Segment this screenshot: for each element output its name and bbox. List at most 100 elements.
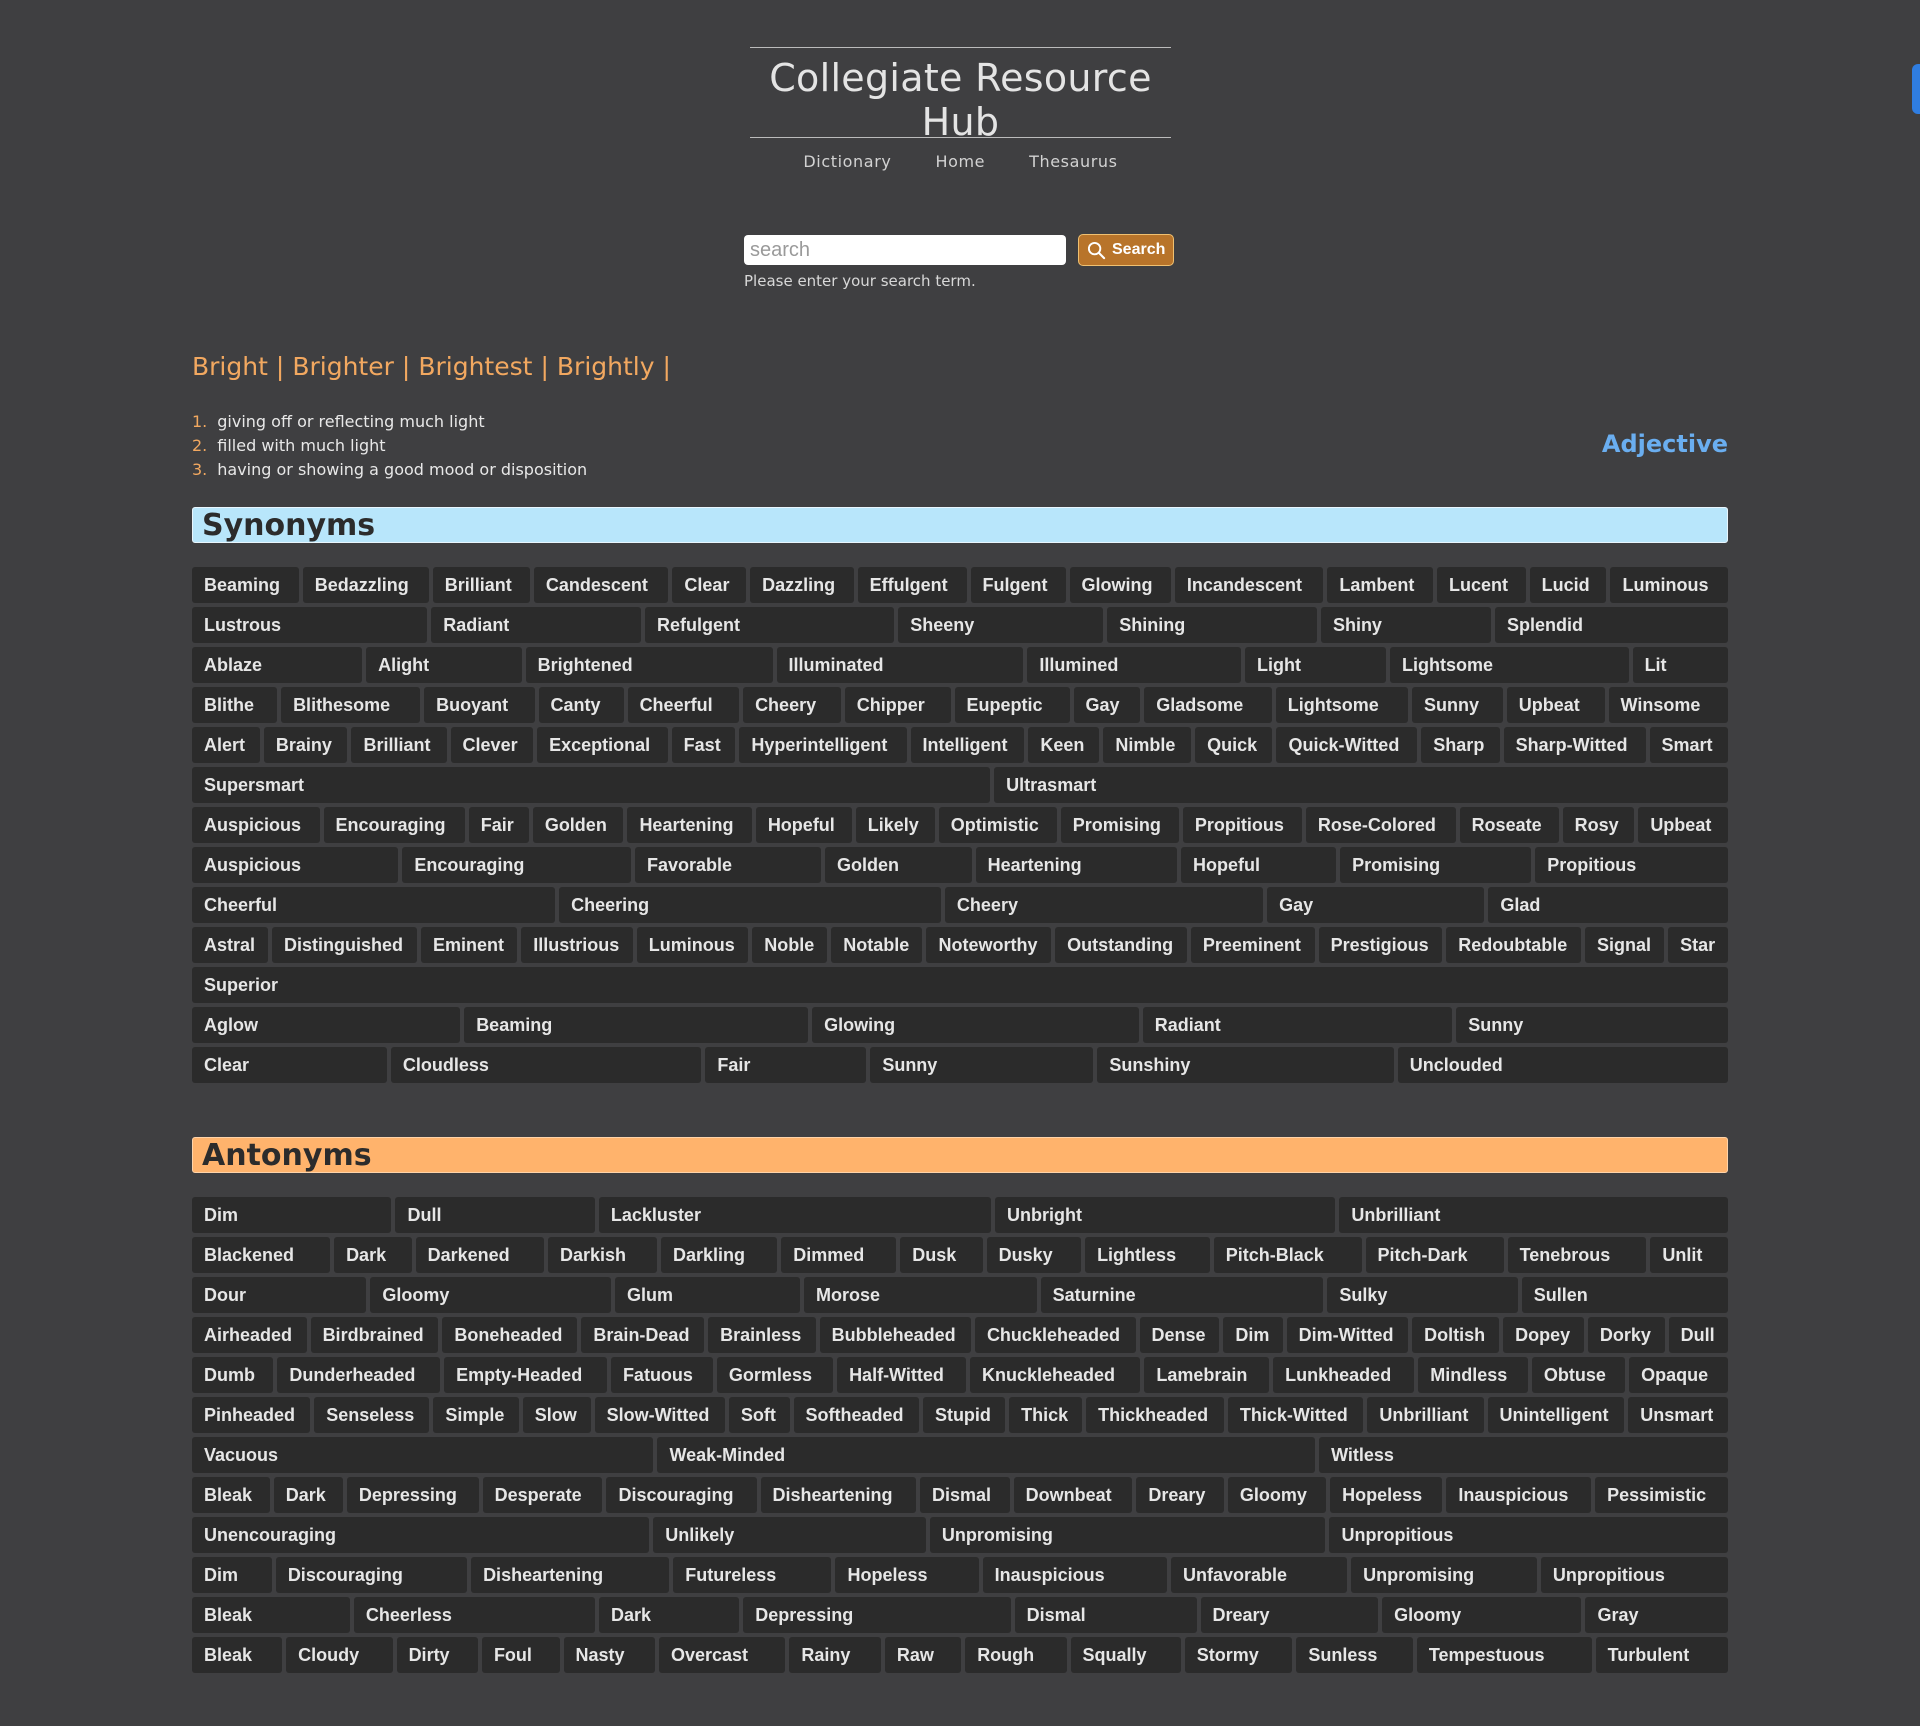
antonym-tag[interactable]: Dusk [900,1237,983,1273]
synonym-tag[interactable]: Eminent [420,927,518,963]
antonym-tag[interactable]: Bleak [192,1477,270,1513]
synonym-tag[interactable]: Lightsome [1390,647,1629,683]
antonym-tag[interactable]: Dark [273,1477,343,1513]
antonym-tag[interactable]: Unfavorable [1171,1557,1348,1593]
antonym-tag[interactable]: Unsmart [1628,1397,1728,1433]
synonym-tag[interactable]: Cheery [743,687,841,723]
synonym-tag[interactable]: Smart [1649,727,1728,763]
antonym-tag[interactable]: Blackened [192,1237,331,1273]
antonym-tag[interactable]: Dreary [1136,1477,1224,1513]
antonym-tag[interactable]: Discouraging [606,1477,757,1513]
synonym-tag[interactable]: Keen [1028,727,1100,763]
antonym-tag[interactable]: Dreary [1200,1597,1379,1633]
antonym-tag[interactable]: Lackluster [598,1197,992,1233]
antonym-tag[interactable]: Lamebrain [1144,1357,1270,1393]
synonym-tag[interactable]: Unclouded [1397,1047,1728,1083]
synonym-tag[interactable]: Lightsome [1275,687,1408,723]
synonym-tag[interactable]: Brilliant [432,567,530,603]
antonym-tag[interactable]: Cheerless [353,1597,595,1633]
antonym-tag[interactable]: Dim [1223,1317,1283,1353]
synonym-tag[interactable]: Redoubtable [1446,927,1582,963]
synonym-tag[interactable]: Star [1668,927,1728,963]
synonym-tag[interactable]: Upbeat [1638,807,1728,843]
synonym-tag[interactable]: Fast [671,727,736,763]
synonym-tag[interactable]: Lambent [1327,567,1434,603]
synonym-tag[interactable]: Brightened [525,647,773,683]
synonym-tag[interactable]: Lit [1632,647,1728,683]
synonym-tag[interactable]: Aglow [192,1007,461,1043]
synonym-tag[interactable]: Quick [1195,727,1273,763]
synonym-tag[interactable]: Glowing [812,1007,1139,1043]
synonym-tag[interactable]: Effulgent [857,567,967,603]
word-form-brightly[interactable]: Brightly [557,352,655,381]
synonym-tag[interactable]: Incandescent [1174,567,1324,603]
synonym-tag[interactable]: Radiant [431,607,641,643]
antonym-tag[interactable]: Dour [192,1277,367,1313]
antonym-tag[interactable]: Obtuse [1531,1357,1626,1393]
synonym-tag[interactable]: Chipper [844,687,951,723]
antonym-tag[interactable]: Stupid [922,1397,1006,1433]
antonym-tag[interactable]: Opaque [1629,1357,1728,1393]
synonym-tag[interactable]: Sharp-Witted [1503,727,1646,763]
antonym-tag[interactable]: Unlit [1650,1237,1728,1273]
antonym-tag[interactable]: Slow [522,1397,591,1433]
antonym-tag[interactable]: Futureless [673,1557,832,1593]
nav-home[interactable]: Home [935,152,985,171]
synonym-tag[interactable]: Upbeat [1506,687,1605,723]
antonym-tag[interactable]: Unbrilliant [1367,1397,1484,1433]
synonym-tag[interactable]: Luminous [1610,567,1728,603]
synonym-tag[interactable]: Illustrious [521,927,633,963]
antonym-tag[interactable]: Hopeless [835,1557,979,1593]
antonym-tag[interactable]: Mindless [1418,1357,1528,1393]
antonym-tag[interactable]: Dirty [396,1637,478,1673]
search-button[interactable]: Search [1078,234,1175,266]
synonym-tag[interactable]: Cheerful [192,887,556,923]
synonym-tag[interactable]: Golden [824,847,972,883]
antonym-tag[interactable]: Dim [192,1557,272,1593]
antonym-tag[interactable]: Chuckleheaded [974,1317,1136,1353]
synonym-tag[interactable]: Notable [831,927,923,963]
synonym-tag[interactable]: Lucid [1529,567,1607,603]
synonym-tag[interactable]: Shiny [1320,607,1492,643]
synonym-tag[interactable]: Encouraging [402,847,631,883]
antonym-tag[interactable]: Unbright [995,1197,1336,1233]
antonym-tag[interactable]: Sunless [1296,1637,1413,1673]
synonym-tag[interactable]: Cheering [559,887,941,923]
synonym-tag[interactable]: Hopeful [755,807,852,843]
antonym-tag[interactable]: Cloudy [286,1637,393,1673]
antonym-tag[interactable]: Inauspicious [1446,1477,1592,1513]
antonym-tag[interactable]: Gormless [716,1357,834,1393]
antonym-tag[interactable]: Thick-Witted [1227,1397,1364,1433]
antonym-tag[interactable]: Gloomy [370,1277,611,1313]
synonym-tag[interactable]: Refulgent [644,607,895,643]
synonym-tag[interactable]: Splendid [1495,607,1728,643]
antonym-tag[interactable]: Overcast [658,1637,786,1673]
synonym-tag[interactable]: Encouraging [323,807,465,843]
synonym-tag[interactable]: Bedazzling [302,567,429,603]
synonym-tag[interactable]: Buoyant [424,687,535,723]
antonym-tag[interactable]: Rough [965,1637,1067,1673]
synonym-tag[interactable]: Blithe [192,687,278,723]
synonym-tag[interactable]: Illuminated [776,647,1024,683]
synonym-tag[interactable]: Sunshiny [1097,1047,1394,1083]
antonym-tag[interactable]: Boneheaded [442,1317,578,1353]
synonym-tag[interactable]: Optimistic [938,807,1057,843]
synonym-tag[interactable]: Shining [1107,607,1317,643]
synonym-tag[interactable]: Dazzling [750,567,854,603]
antonym-tag[interactable]: Dark [334,1237,412,1273]
synonym-tag[interactable]: Illumined [1027,647,1242,683]
synonym-tag[interactable]: Beaming [192,567,299,603]
antonym-tag[interactable]: Morose [803,1277,1037,1313]
antonym-tag[interactable]: Dark [598,1597,740,1633]
antonym-tag[interactable]: Slow-Witted [594,1397,725,1433]
antonym-tag[interactable]: Disheartening [760,1477,916,1513]
antonym-tag[interactable]: Disheartening [471,1557,670,1593]
antonym-tag[interactable]: Depressing [346,1477,479,1513]
antonym-tag[interactable]: Lunkheaded [1273,1357,1415,1393]
word-form-brighter[interactable]: Brighter [292,352,394,381]
synonym-tag[interactable]: Preeminent [1190,927,1315,963]
synonym-tag[interactable]: Ablaze [192,647,363,683]
antonym-tag[interactable]: Pinheaded [192,1397,311,1433]
antonym-tag[interactable]: Simple [433,1397,519,1433]
synonym-tag[interactable]: Light [1245,647,1387,683]
